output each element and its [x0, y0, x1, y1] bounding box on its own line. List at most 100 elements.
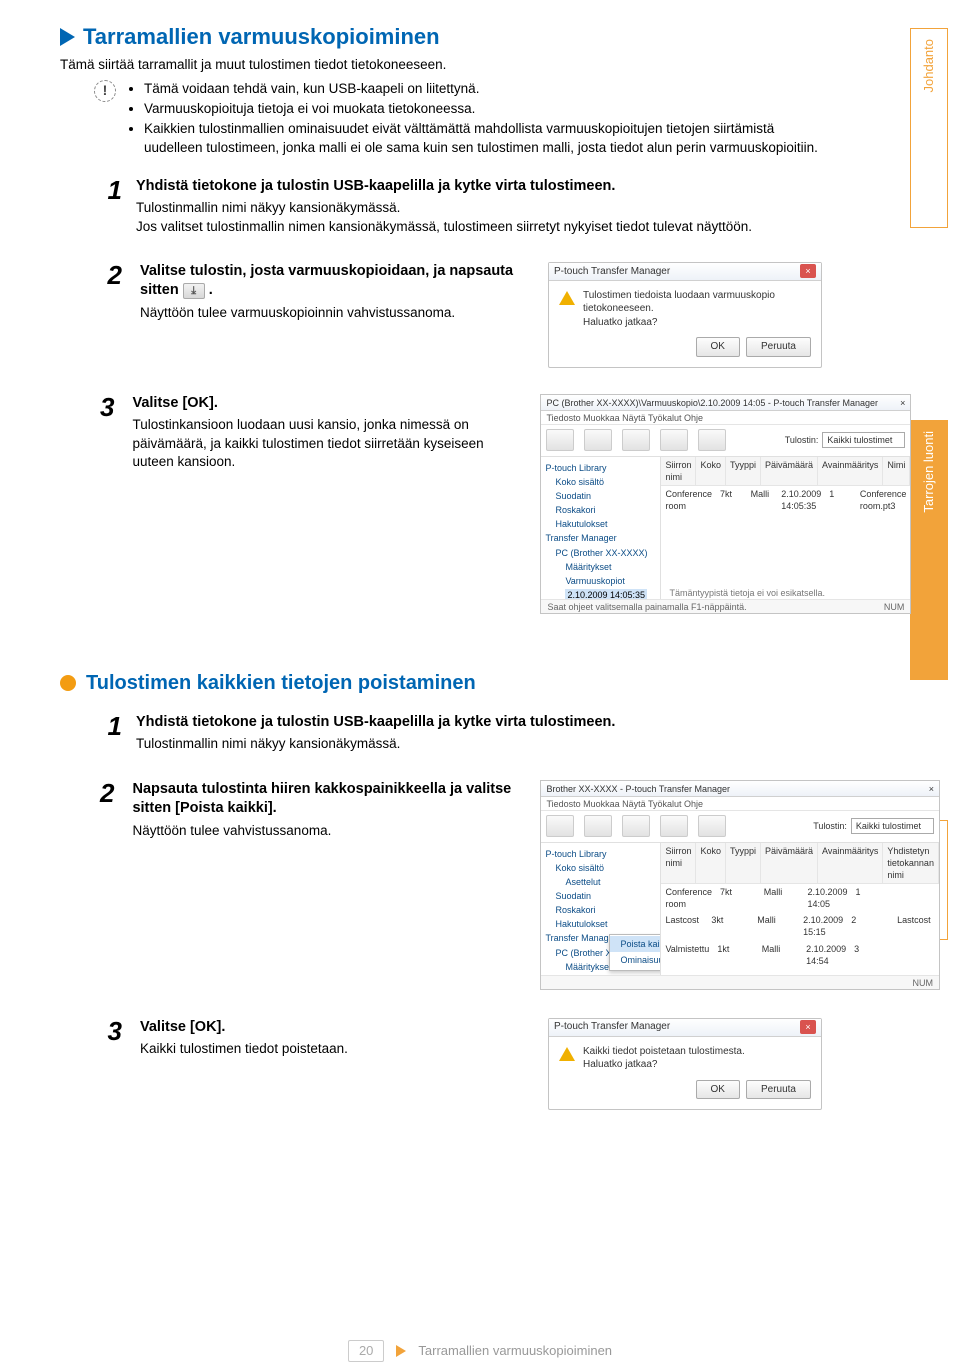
toolbar-button-icon[interactable] — [546, 815, 574, 837]
ok-button[interactable]: OK — [696, 1080, 740, 1100]
context-menu[interactable]: Poista kaikki Ominaisuudet... — [609, 934, 661, 970]
ok-button[interactable]: OK — [696, 337, 740, 357]
tree-item[interactable]: Suodatin — [545, 489, 656, 503]
column-headers: Siirron nimi Koko Tyyppi Päivämäärä Avai… — [661, 843, 938, 884]
tree-item[interactable]: Asettelut — [545, 875, 656, 889]
column-header[interactable]: Nimi — [883, 457, 910, 485]
table-row[interactable]: Valmistettu 1kt Malli 2.10.2009 14:54 3 — [661, 941, 938, 969]
table-row[interactable]: Conference room 7kt Malli 2.10.2009 14:0… — [661, 486, 910, 514]
transfer-manager-window: Brother XX-XXXX - P-touch Transfer Manag… — [540, 780, 939, 990]
toolbar-button-icon[interactable] — [546, 429, 574, 451]
cell: 7kt — [716, 486, 747, 514]
toolbar-button-icon[interactable] — [584, 429, 612, 451]
tree-item[interactable]: Koko sisältö — [545, 475, 656, 489]
tree-item[interactable]: P-touch Library — [545, 847, 656, 861]
footer-title: Tarramallien varmuuskopioiminen — [418, 1342, 612, 1360]
column-header[interactable]: Yhdistetyn tietokannan nimi — [883, 843, 939, 883]
warning-icon — [559, 1047, 575, 1061]
printer-dropdown[interactable]: Kaikki tulostimet — [851, 818, 934, 834]
tree-item[interactable]: Roskakori — [545, 903, 656, 917]
cancel-button[interactable]: Peruuta — [746, 1080, 811, 1100]
column-header[interactable]: Avainmääritys — [818, 457, 883, 485]
section-title: Tarramallien varmuuskopioiminen — [83, 22, 440, 52]
column-header[interactable]: Koko — [696, 843, 726, 883]
tree-item-selected[interactable]: 2.10.2009 14:05:35 — [565, 589, 647, 599]
cell: Valmistettu — [661, 941, 713, 969]
close-icon[interactable]: × — [800, 1020, 816, 1034]
context-menu-item[interactable]: Ominaisuudet... — [610, 952, 661, 968]
step-text: Tulostinmallin nimi näkyy kansionäkymäss… — [136, 735, 822, 753]
close-icon[interactable]: × — [900, 397, 905, 408]
transfer-manager-window: PC (Brother XX-XXXX)\Varmuuskopio\2.10.2… — [540, 394, 911, 614]
close-icon[interactable]: × — [800, 264, 816, 278]
side-tab-johdanto[interactable]: Johdanto — [910, 28, 948, 228]
tree-item[interactable]: Hakutulokset — [545, 517, 656, 531]
column-header[interactable]: Siirron nimi — [661, 843, 696, 883]
tree-item[interactable]: Hakutulokset — [545, 917, 656, 931]
column-header[interactable]: Päivämäärä — [761, 843, 818, 883]
cancel-button[interactable]: Peruuta — [746, 337, 811, 357]
close-icon[interactable]: × — [929, 783, 934, 794]
cell: 3kt — [707, 912, 753, 940]
preview-status: Tämäntyypistä tietoja ei voi esikatsella… — [669, 587, 825, 599]
toolbar-button-icon[interactable] — [698, 429, 726, 451]
cell: 1 — [852, 884, 896, 912]
column-header[interactable]: Tyyppi — [726, 843, 761, 883]
toolbar-button-icon[interactable] — [622, 429, 650, 451]
tree-item[interactable]: Varmuuskopiot — [545, 574, 656, 588]
dialog-message: Tulostimen tiedoista luodaan varmuuskopi… — [583, 289, 811, 316]
column-header[interactable]: Koko — [696, 457, 726, 485]
tree-item[interactable]: Koko sisältö — [545, 861, 656, 875]
toolbar: Tulostin: Kaikki tulostimet — [541, 425, 910, 457]
cell: Malli — [760, 884, 804, 912]
printer-dropdown[interactable]: Kaikki tulostimet — [822, 432, 905, 448]
cell: Conference room — [661, 884, 716, 912]
context-menu-item[interactable]: Poista kaikki — [610, 936, 661, 952]
menu-bar[interactable]: Tiedosto Muokkaa Näytä Työkalut Ohje — [541, 411, 910, 425]
cell: 2 — [847, 912, 893, 940]
step: 1 Yhdistä tietokone ja tulostin USB-kaap… — [100, 177, 822, 236]
table-row[interactable]: Conference room 7kt Malli 2.10.2009 14:0… — [661, 884, 938, 912]
cell — [895, 884, 939, 912]
column-header[interactable]: Päivämäärä — [761, 457, 818, 485]
toolbar-button-icon[interactable] — [698, 815, 726, 837]
tree-item[interactable]: Määritykset — [545, 560, 656, 574]
window-title: Brother XX-XXXX - P-touch Transfer Manag… — [546, 783, 730, 794]
table-row[interactable]: Lastcost 3kt Malli 2.10.2009 15:15 2 Las… — [661, 912, 938, 940]
tree-item[interactable]: PC (Brother XX-XXXX) — [545, 546, 656, 560]
column-header[interactable]: Tyyppi — [726, 457, 761, 485]
step-title: Valitse [OK]. — [132, 394, 217, 414]
column-header[interactable]: Siirron nimi — [661, 457, 696, 485]
dialog-message: Haluatko jatkaa? — [583, 1058, 745, 1072]
info-callout: ! Tämä voidaan tehdä vain, kun USB-kaape… — [94, 80, 822, 159]
triangle-icon — [396, 1345, 406, 1357]
tree-view[interactable]: P-touch Library Koko sisältö Suodatin Ro… — [541, 457, 661, 599]
side-tab-tarrojen-luonti[interactable]: Tarrojen luonti — [910, 420, 948, 680]
toolbar-button-icon[interactable] — [584, 815, 612, 837]
backup-button-icon: ⤓ — [183, 283, 205, 299]
toolbar-button-icon[interactable] — [622, 815, 650, 837]
step-text: Näyttöön tulee varmuuskopioinnin vahvist… — [140, 304, 530, 322]
side-tab-label: Tarrojen luonti — [920, 421, 938, 523]
toolbar-button-icon[interactable] — [660, 815, 688, 837]
tree-item[interactable]: Suodatin — [545, 889, 656, 903]
tree-item[interactable]: Roskakori — [545, 503, 656, 517]
menu-bar[interactable]: Tiedosto Muokkaa Näytä Työkalut Ohje — [541, 797, 938, 811]
confirmation-dialog: P-touch Transfer Manager × Kaikki tiedot… — [548, 1018, 822, 1111]
step-text: Kaikki tulostimen tiedot poistetaan. — [140, 1040, 530, 1058]
tree-item[interactable]: P-touch Library — [545, 461, 656, 475]
list-view[interactable]: Siirron nimi Koko Tyyppi Päivämäärä Avai… — [661, 457, 910, 599]
list-view[interactable]: Siirron nimi Koko Tyyppi Päivämäärä Avai… — [661, 843, 938, 975]
tree-item[interactable]: Transfer Manager — [545, 531, 656, 545]
column-header[interactable]: Avainmääritys — [818, 843, 883, 883]
statusbar-indicator: NUM — [912, 977, 933, 988]
tree-view[interactable]: P-touch Library Koko sisältö Asettelut S… — [541, 843, 661, 975]
step: 3 Valitse [OK]. Kaikki tulostimen tiedot… — [100, 1018, 822, 1111]
column-headers: Siirron nimi Koko Tyyppi Päivämäärä Avai… — [661, 457, 910, 486]
section-title: Tulostimen kaikkien tietojen poistaminen — [86, 670, 476, 697]
info-item: Kaikkien tulostinmallien ominaisuudet ei… — [144, 120, 822, 156]
toolbar-button-icon[interactable] — [660, 429, 688, 451]
step-number: 1 — [100, 713, 122, 739]
step-title-text: . — [209, 282, 213, 298]
cell: Lastcost — [661, 912, 707, 940]
